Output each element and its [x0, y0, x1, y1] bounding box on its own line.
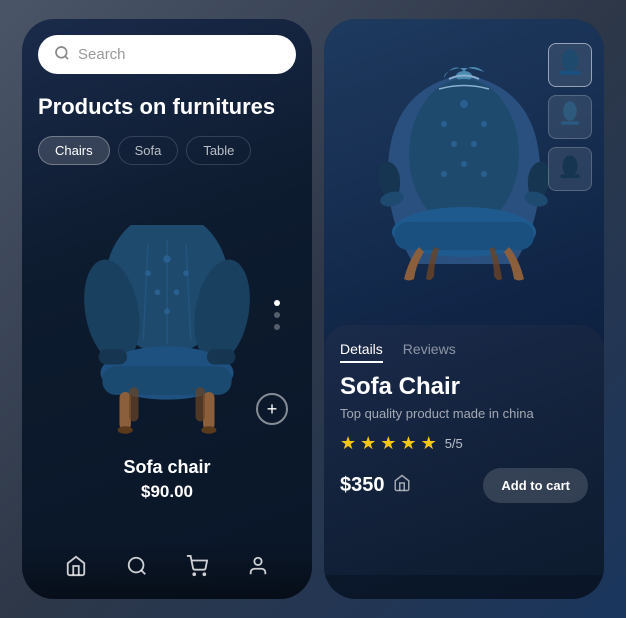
scroll-dot-3	[274, 324, 280, 330]
star-1: ★	[340, 433, 356, 454]
nav-search-icon[interactable]	[126, 555, 148, 583]
rating-value: 5/5	[445, 436, 463, 451]
left-phone-screen: Search Products on furnitures Chairs Sof…	[22, 19, 312, 599]
tab-reviews[interactable]: Reviews	[403, 341, 456, 363]
product-name: Sofa chair	[38, 457, 296, 478]
add-to-cart-button[interactable]: Add to cart	[483, 468, 588, 503]
scroll-dot-1	[274, 300, 280, 306]
category-chairs[interactable]: Chairs	[38, 136, 110, 165]
thumbnail-2[interactable]	[548, 95, 592, 139]
nav-home-icon[interactable]	[65, 555, 87, 583]
detail-tabs: Details Reviews	[340, 341, 588, 363]
chair-illustration	[72, 225, 262, 445]
main-chair-illustration	[354, 64, 574, 304]
scroll-dots	[274, 300, 280, 330]
home-icon-small	[393, 474, 411, 497]
right-phone-screen: Details Reviews Sofa Chair Top quality p…	[324, 19, 604, 599]
search-placeholder: Search	[78, 46, 126, 63]
search-bar[interactable]: Search	[38, 35, 296, 74]
product-info: Sofa chair $90.00	[38, 445, 296, 514]
detail-price: $350	[340, 474, 385, 497]
star-5: ★	[421, 433, 437, 454]
product-detail-panel: Details Reviews Sofa Chair Top quality p…	[324, 325, 604, 575]
category-table[interactable]: Table	[186, 136, 251, 165]
scroll-dot-2	[274, 312, 280, 318]
thumbnail-3[interactable]	[548, 147, 592, 191]
star-4: ★	[400, 433, 416, 454]
nav-cart-icon[interactable]	[186, 555, 208, 583]
rating-row: ★ ★ ★ ★ ★ 5/5	[340, 433, 588, 454]
product-description: Top quality product made in china	[340, 405, 588, 423]
price-with-icon: $350	[340, 474, 411, 497]
product-image-area: +	[38, 185, 296, 445]
product-hero-image	[324, 19, 604, 349]
add-to-wishlist-button[interactable]: +	[256, 393, 288, 425]
product-thumbnails	[548, 43, 592, 191]
tab-details[interactable]: Details	[340, 341, 383, 363]
price-cart-row: $350 Add to cart	[340, 468, 588, 503]
search-icon	[54, 45, 70, 64]
category-sofa[interactable]: Sofa	[118, 136, 179, 165]
section-title: Products on furnitures	[38, 94, 296, 120]
thumbnail-1[interactable]	[548, 43, 592, 87]
product-title: Sofa Chair	[340, 373, 588, 401]
star-3: ★	[380, 433, 396, 454]
category-pills: Chairs Sofa Table	[38, 136, 296, 165]
nav-profile-icon[interactable]	[247, 555, 269, 583]
bottom-nav	[22, 543, 312, 599]
product-price: $90.00	[38, 482, 296, 502]
star-2: ★	[360, 433, 376, 454]
